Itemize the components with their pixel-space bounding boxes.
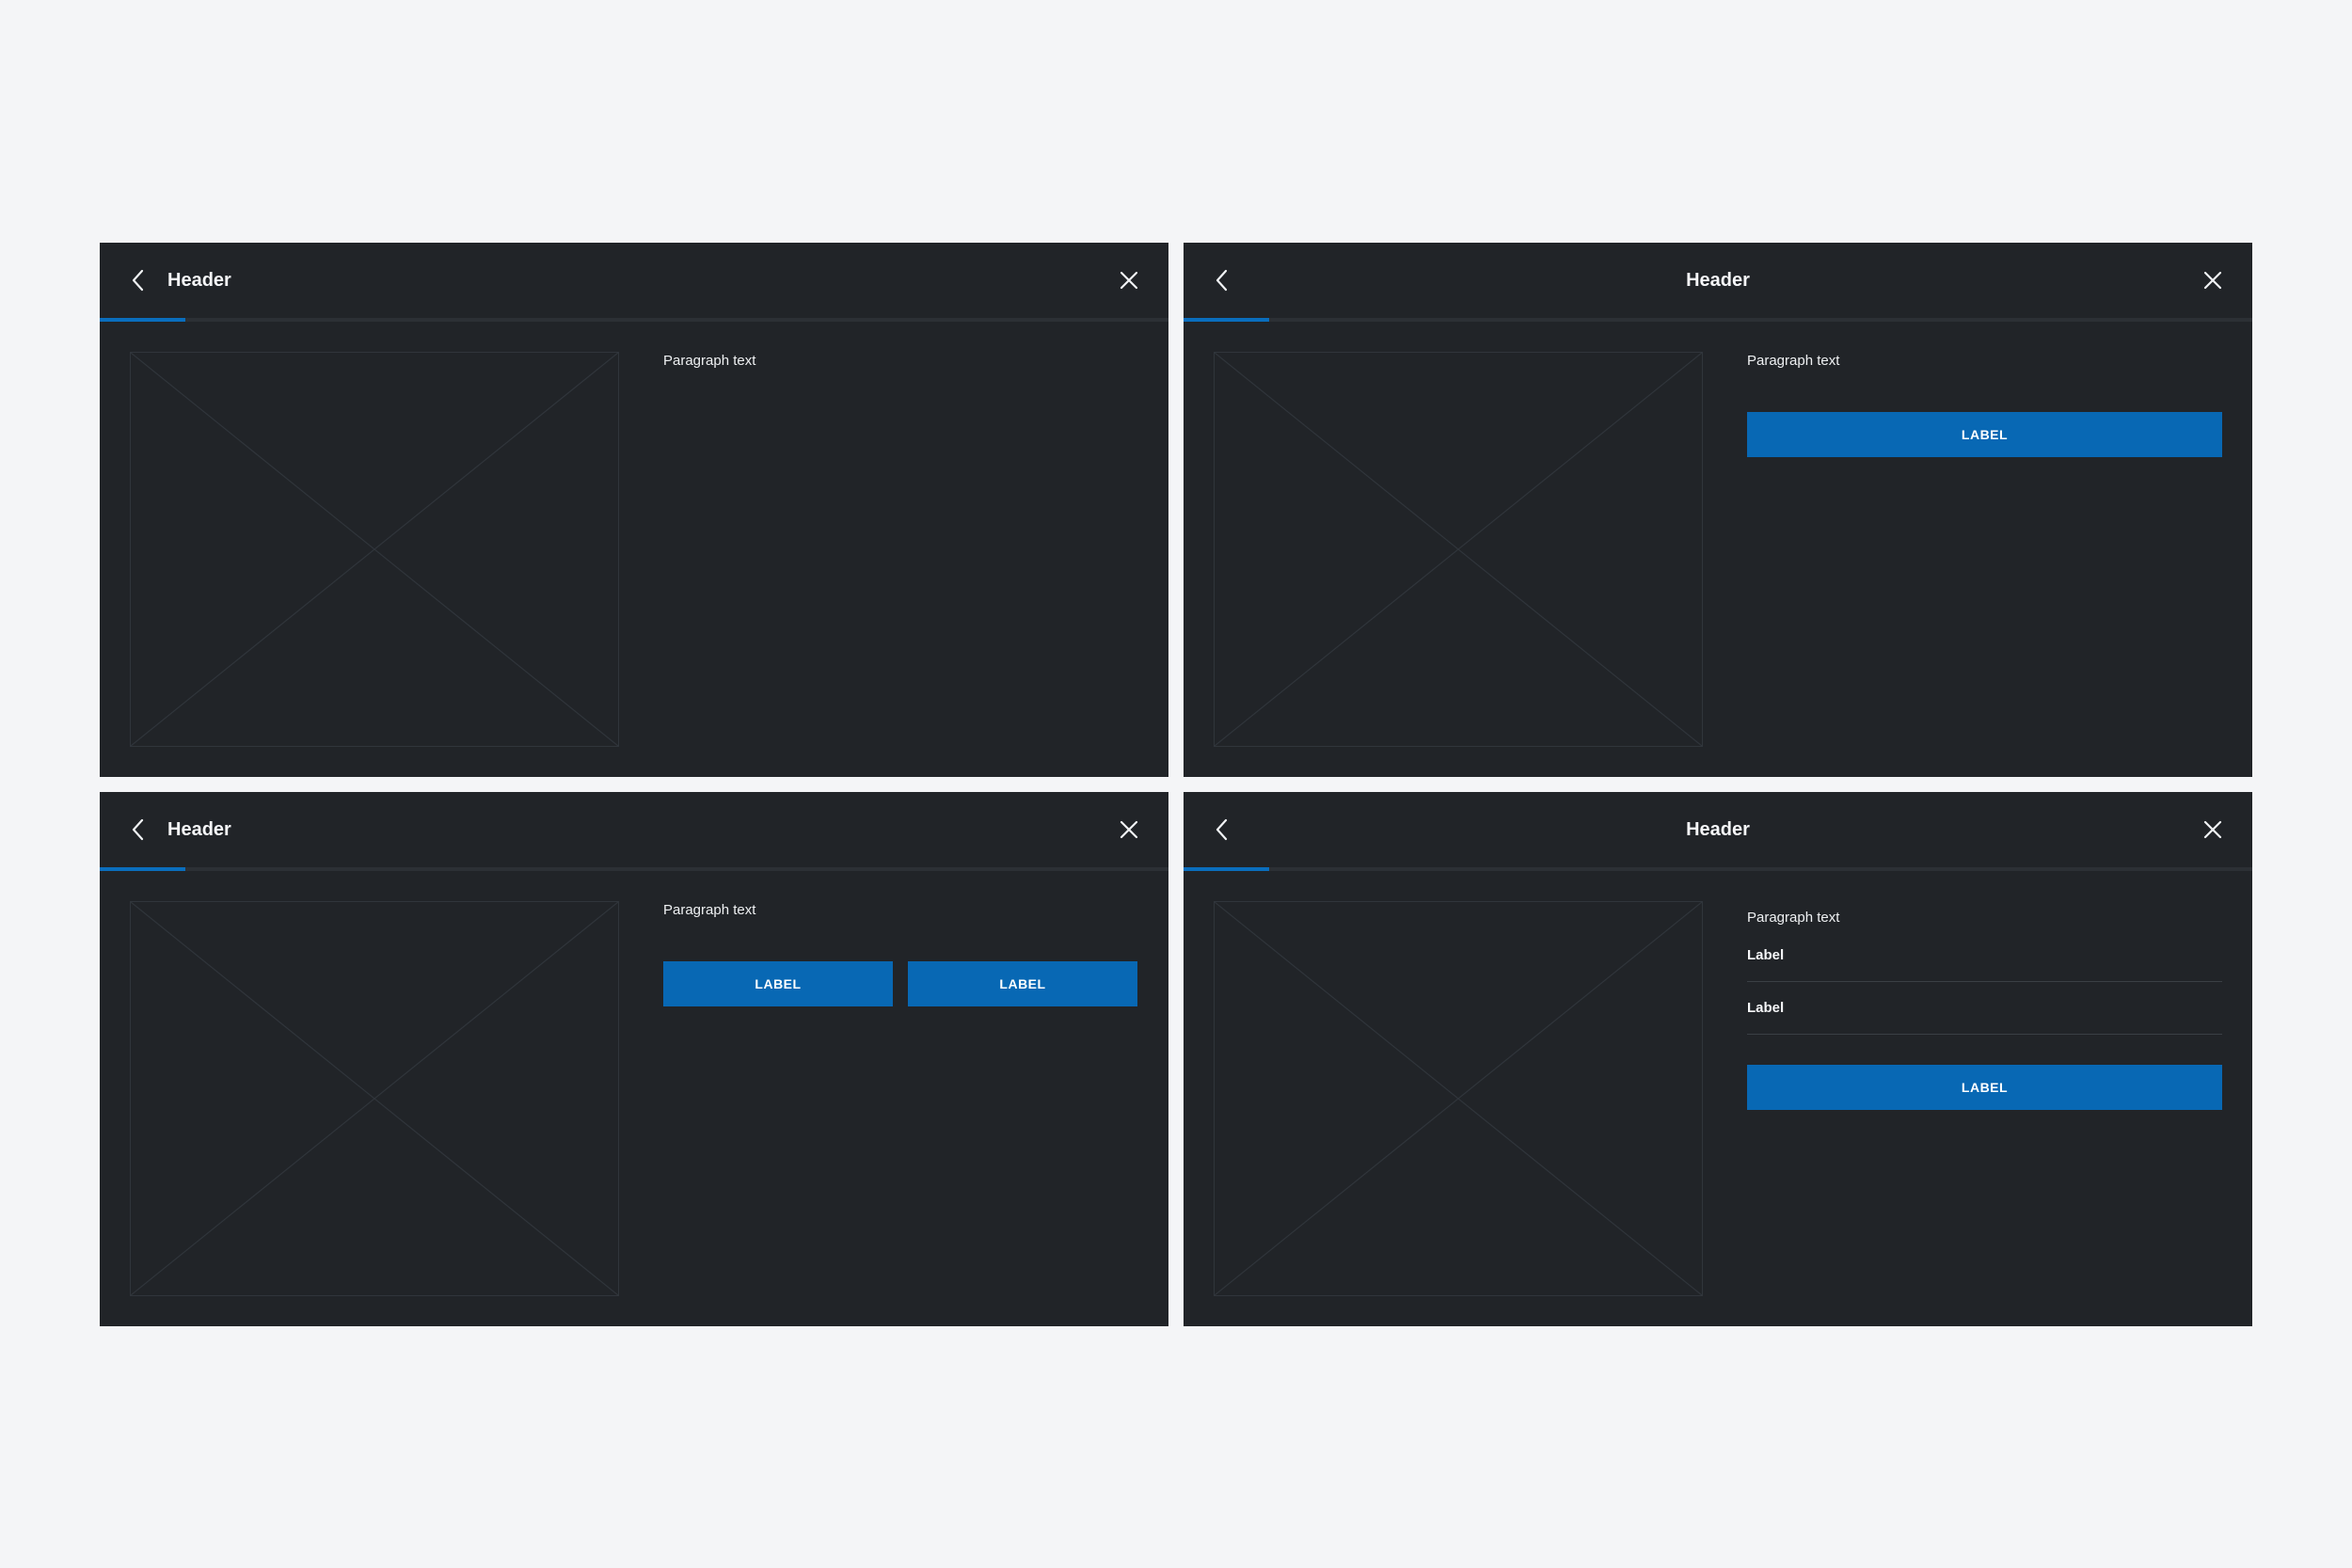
image-placeholder — [130, 352, 619, 747]
close-icon — [2203, 820, 2222, 839]
paragraph-text: Paragraph text — [663, 902, 756, 918]
header-title: Header — [1686, 819, 1750, 840]
modal-panel-1: Header Paragraph text — [100, 243, 1168, 777]
modal-header: Header — [100, 243, 1168, 318]
image-placeholder-icon — [1215, 902, 1702, 1295]
close-button[interactable] — [2194, 261, 2232, 299]
modal-panel-4: Header Paragraph text Label Label LABEL — [1184, 792, 2252, 1326]
image-placeholder-icon — [131, 353, 618, 746]
modal-panel-2: Header Paragraph text LABEL — [1184, 243, 2252, 777]
back-button[interactable] — [120, 261, 158, 299]
modal-header: Header — [1184, 243, 2252, 318]
primary-button[interactable]: LABEL — [663, 961, 893, 1006]
progress-track — [1184, 318, 2252, 322]
modal-panel-3: Header Paragraph text LABEL LABEL — [100, 792, 1168, 1326]
chevron-left-icon — [132, 269, 144, 292]
header-title: Header — [1686, 270, 1750, 291]
progress-fill — [1184, 867, 1269, 871]
paragraph-text: Paragraph text — [663, 353, 756, 369]
header-title: Header — [167, 819, 231, 840]
paragraph-text: Paragraph text — [1747, 910, 1840, 926]
modal-header: Header — [100, 792, 1168, 867]
close-button[interactable] — [2194, 811, 2232, 848]
back-button[interactable] — [120, 811, 158, 848]
header-title: Header — [167, 270, 231, 291]
progress-fill — [100, 318, 185, 322]
image-placeholder — [130, 901, 619, 1296]
primary-button[interactable]: LABEL — [1747, 1065, 2222, 1110]
progress-fill — [100, 867, 185, 871]
content-area: Paragraph text Label Label LABEL — [1747, 909, 2222, 1110]
image-placeholder — [1214, 901, 1703, 1296]
close-button[interactable] — [1110, 261, 1148, 299]
chevron-left-icon — [132, 818, 144, 841]
close-button[interactable] — [1110, 811, 1148, 848]
primary-button[interactable]: LABEL — [1747, 412, 2222, 457]
close-icon — [1120, 820, 1138, 839]
close-icon — [1120, 271, 1138, 290]
image-placeholder — [1214, 352, 1703, 747]
close-icon — [2203, 271, 2222, 290]
list-item[interactable]: Label — [1747, 982, 2222, 1035]
content-area: Paragraph text — [663, 352, 1138, 371]
button-group: LABEL LABEL — [663, 961, 1138, 1006]
content-area: Paragraph text LABEL — [1747, 352, 2222, 457]
list-item[interactable]: Label — [1747, 929, 2222, 982]
progress-track — [1184, 867, 2252, 871]
progress-track — [100, 867, 1168, 871]
image-placeholder-icon — [1215, 353, 1702, 746]
progress-fill — [1184, 318, 1269, 322]
paragraph-text: Paragraph text — [1747, 353, 1840, 369]
progress-track — [100, 318, 1168, 322]
content-area: Paragraph text LABEL LABEL — [663, 901, 1138, 1006]
image-placeholder-icon — [131, 902, 618, 1295]
modal-header: Header — [1184, 792, 2252, 867]
secondary-button[interactable]: LABEL — [908, 961, 1137, 1006]
